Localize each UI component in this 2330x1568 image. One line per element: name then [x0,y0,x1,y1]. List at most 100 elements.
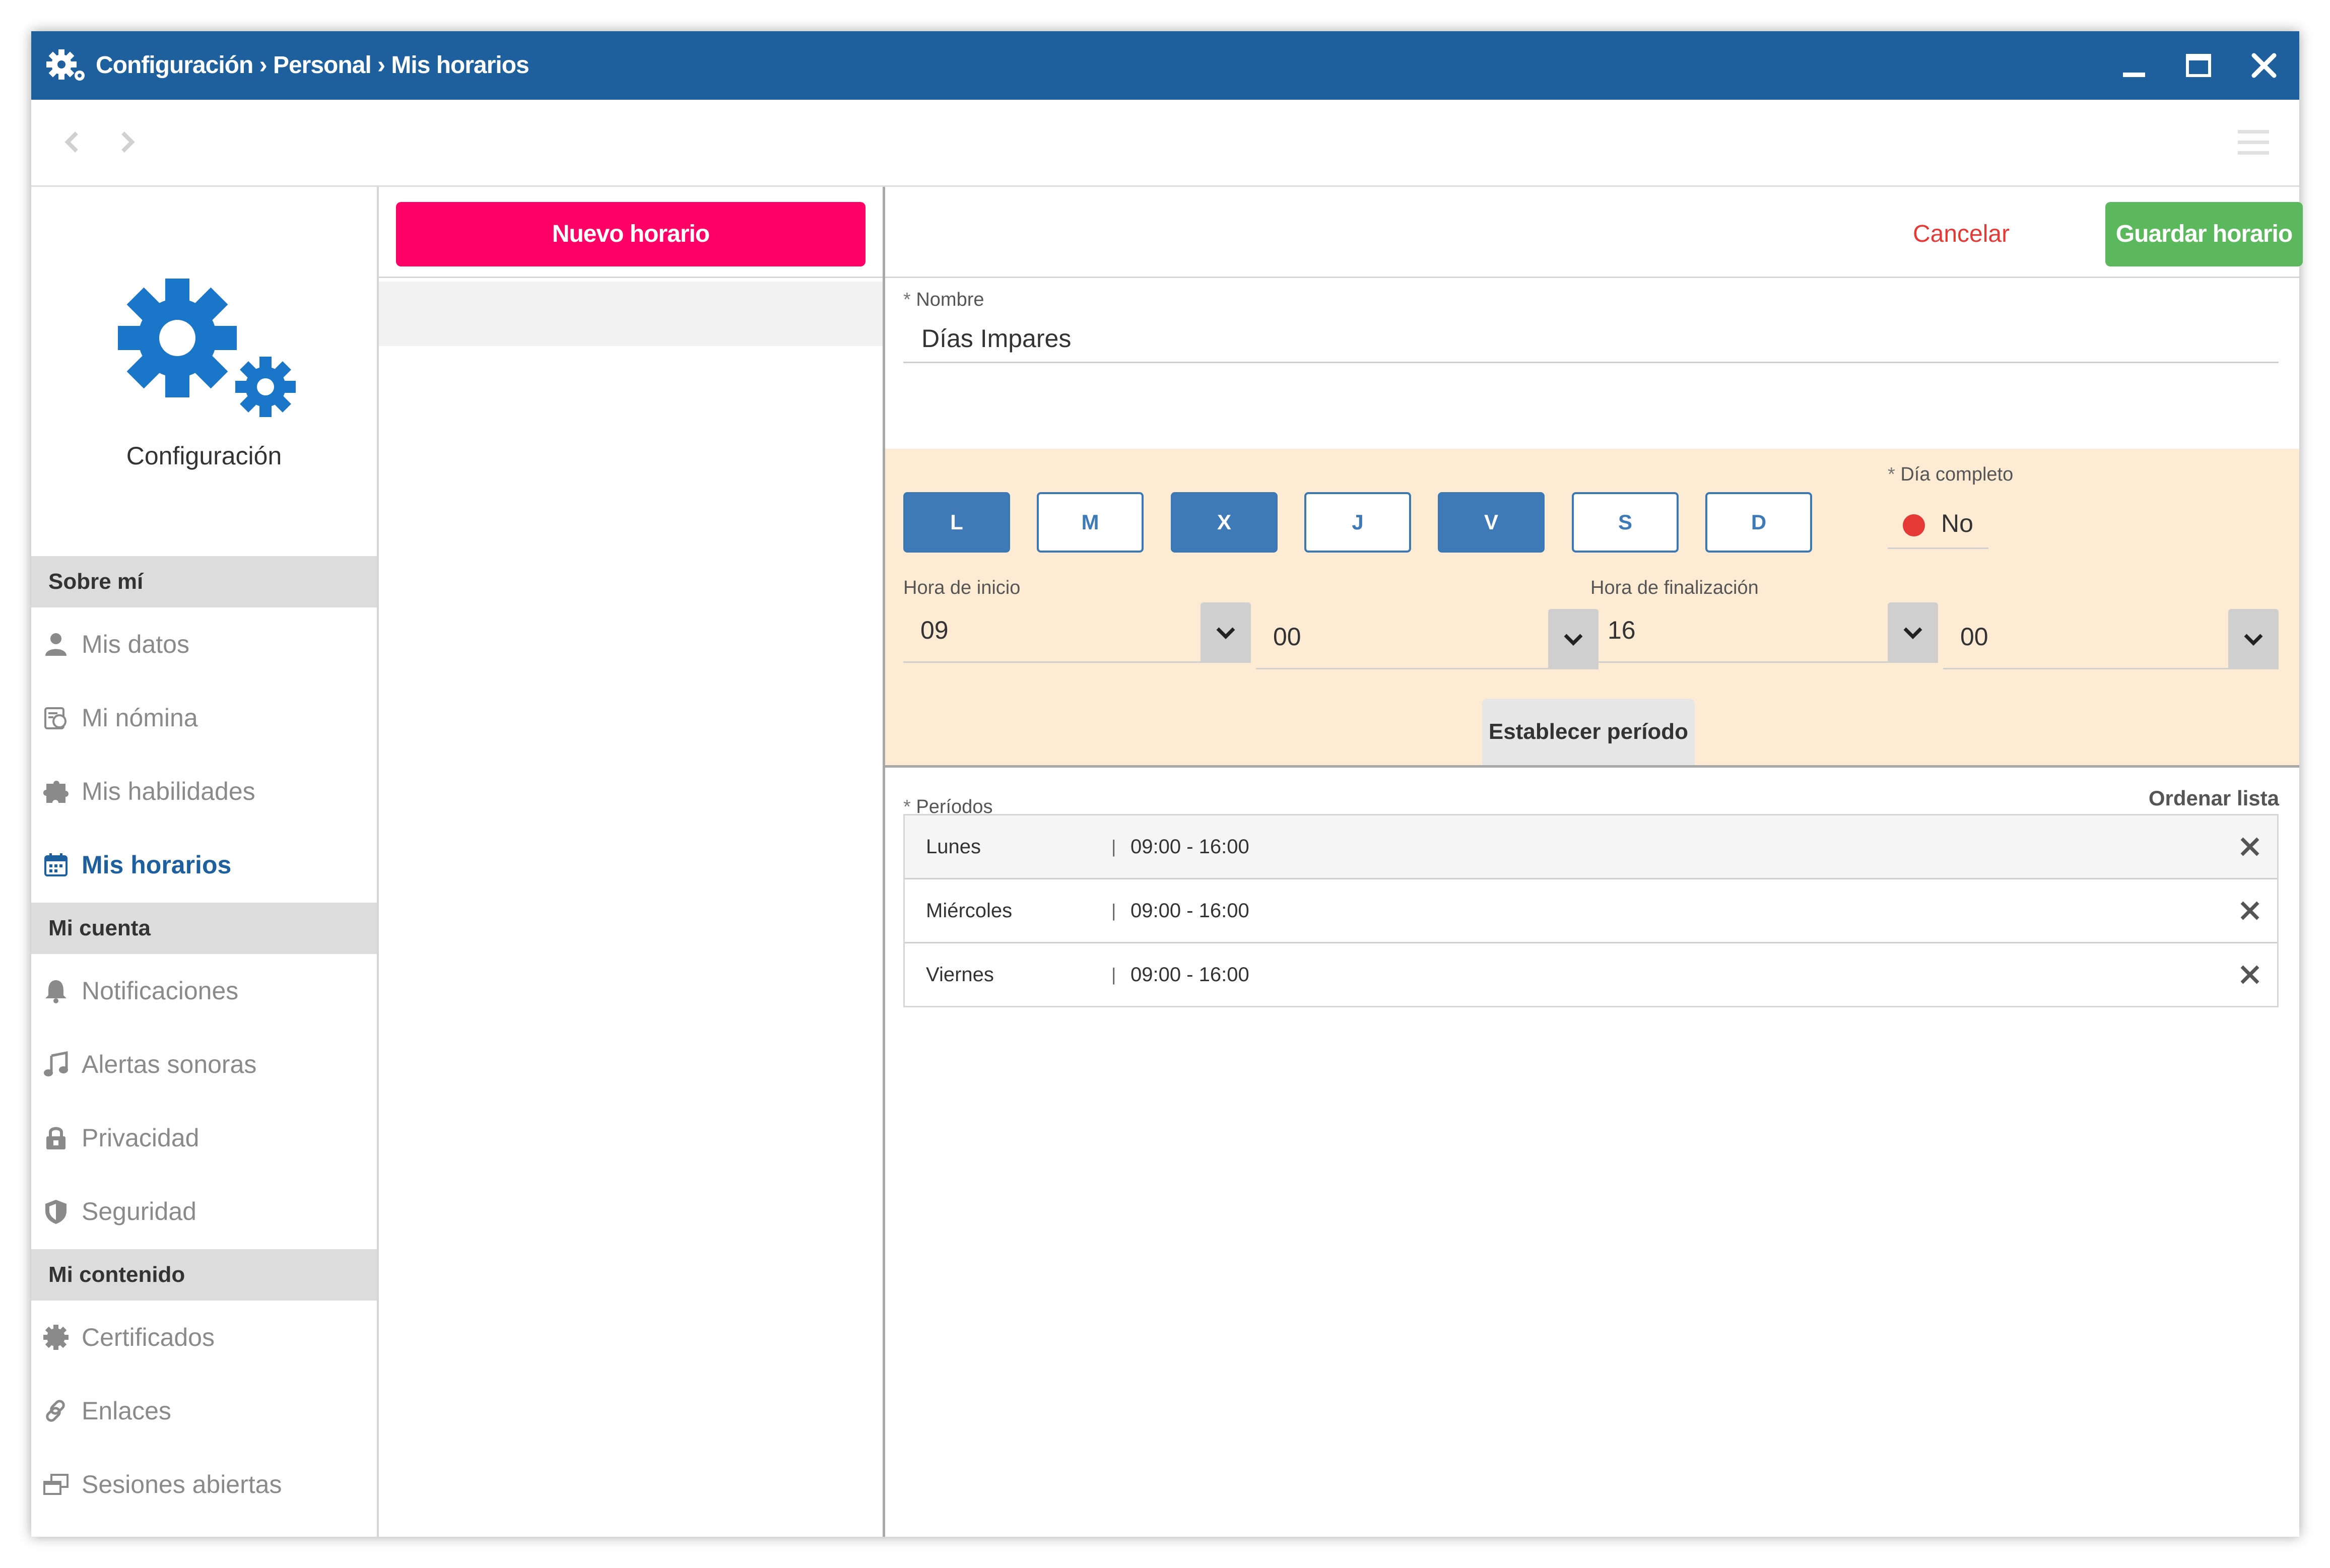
sidebar-item-label: Seguridad [82,1197,196,1225]
end-minute-value: 00 [1960,623,1988,651]
minimize-icon [2123,73,2145,77]
sidebar-item-label: Notificaciones [82,977,239,1005]
delete-icon[interactable] [2238,963,2262,987]
sidebar-item-certificados[interactable]: Certificados [31,1301,377,1374]
certificate-icon [43,1325,69,1350]
day-button-l[interactable]: L [903,492,1010,553]
period-separator: | [1111,836,1116,857]
section-sobre-mi: Sobre mí [31,556,377,607]
full-day-label: * Día completo [1888,464,2013,486]
table-row[interactable]: Lunes | 09:00 - 16:00 [905,815,2277,879]
lock-icon [46,1127,65,1149]
chevron-down-icon [2244,634,2263,646]
table-row[interactable]: Viernes | 09:00 - 16:00 [905,943,2277,1006]
forward-button[interactable] [111,126,143,158]
editor-divider [885,277,2299,278]
minimize-button[interactable] [2117,48,2151,83]
link-icon [46,1400,65,1422]
new-schedule-button[interactable]: Nuevo horario [396,202,866,266]
calendar-icon [44,853,68,876]
schedule-editor: Cancelar Guardar horario * Nombre L M X … [885,187,2303,1537]
set-period-button[interactable]: Establecer período [1482,699,1695,765]
music-note-icon [44,1051,68,1076]
dropdown-arrow[interactable] [1888,602,1938,662]
sidebar-item-privacidad[interactable]: Privacidad [31,1101,377,1175]
hamburger-menu-icon [2238,130,2269,155]
sidebar-item-mis-habilidades[interactable]: Mis habilidades [31,755,377,828]
delete-icon[interactable] [2238,835,2262,859]
gears-icon [118,279,296,417]
start-hour-select[interactable]: 09 [903,602,1251,663]
schedule-list-item[interactable] [379,282,883,346]
name-label: * Nombre [903,289,984,311]
sidebar-item-label: Mi nómina [82,704,198,732]
save-schedule-button[interactable]: Guardar horario [2105,202,2303,266]
puzzle-icon [43,781,69,803]
title-bar: Configuración › Personal › Mis horarios [31,31,2299,100]
chevron-left-icon [64,131,78,153]
maximize-button[interactable] [2181,48,2216,83]
period-day: Viernes [926,964,994,986]
day-button-j[interactable]: J [1304,492,1411,553]
dropdown-arrow[interactable] [2228,609,2279,668]
start-hour-value: 09 [920,616,949,644]
shield-icon [45,1200,66,1224]
name-label-text: Nombre [916,289,984,310]
sidebar-item-mi-nomina[interactable]: Mi nómina [31,681,377,755]
sidebar-item-mis-horarios[interactable]: Mis horarios [31,828,377,902]
back-button[interactable] [56,126,89,158]
end-minute-select[interactable]: 00 [1943,609,2279,669]
period-time: 09:00 - 16:00 [1130,836,1249,858]
table-row[interactable]: Miércoles | 09:00 - 16:00 [905,879,2277,943]
bell-icon [45,980,66,1003]
required-mark: * [903,289,911,310]
window-title: Configuración › Personal › Mis horarios [96,52,529,79]
end-time-label: Hora de finalización [1590,577,1759,598]
start-minute-value: 00 [1273,623,1301,651]
sidebar-item-mis-datos[interactable]: Mis datos [31,607,377,681]
status-dot-icon [1903,514,1925,536]
day-button-s[interactable]: S [1572,492,1679,553]
day-button-m[interactable]: M [1037,492,1144,553]
sidebar-item-label: Alertas sonoras [82,1050,257,1078]
full-day-toggle[interactable]: No [1888,499,1988,549]
sidebar-item-label: Enlaces [82,1397,171,1425]
windows-icon [43,1474,69,1495]
end-hour-value: 16 [1608,616,1636,644]
day-button-v[interactable]: V [1438,492,1545,553]
period-separator: | [1111,964,1116,985]
payslip-icon [44,707,66,729]
sidebar: Configuración Sobre mí Mis datos Mi nómi… [31,187,379,1537]
name-field[interactable] [903,315,2279,363]
close-button[interactable] [2247,48,2281,83]
sidebar-item-seguridad[interactable]: Seguridad [31,1175,377,1248]
required-mark: * [1888,464,1895,485]
toolbar [31,100,2299,187]
sidebar-item-sesiones-abiertas[interactable]: Sesiones abiertas [31,1448,377,1521]
day-button-x[interactable]: X [1171,492,1278,553]
full-day-label-text: Día completo [1900,464,2014,485]
delete-icon[interactable] [2238,899,2262,923]
close-icon [2251,53,2277,78]
app-window: Configuración › Personal › Mis horarios [31,31,2303,1537]
end-hour-select[interactable]: 16 [1590,602,1938,663]
maximize-icon [2186,54,2211,77]
sidebar-item-label: Mis habilidades [82,777,255,805]
order-list-link[interactable]: Ordenar lista [2149,786,2279,810]
dropdown-arrow[interactable] [1201,602,1251,662]
start-minute-select[interactable]: 00 [1256,609,1599,669]
period-day: Miércoles [926,900,1013,922]
period-time: 09:00 - 16:00 [1130,900,1249,922]
chevron-down-icon [1216,627,1235,639]
schedule-settings: L M X J V S D * Día completo No Hora de … [885,449,2299,768]
sidebar-item-label: Privacidad [82,1124,199,1152]
menu-button[interactable] [2236,125,2271,160]
sidebar-item-enlaces[interactable]: Enlaces [31,1374,377,1448]
sidebar-item-notificaciones[interactable]: Notificaciones [31,954,377,1028]
sidebar-item-alertas-sonoras[interactable]: Alertas sonoras [31,1028,377,1101]
gears-icon [46,49,85,81]
chevron-down-icon [1903,627,1922,639]
cancel-button[interactable]: Cancelar [1913,202,2010,266]
day-button-d[interactable]: D [1705,492,1812,553]
chevron-right-icon [121,131,135,153]
